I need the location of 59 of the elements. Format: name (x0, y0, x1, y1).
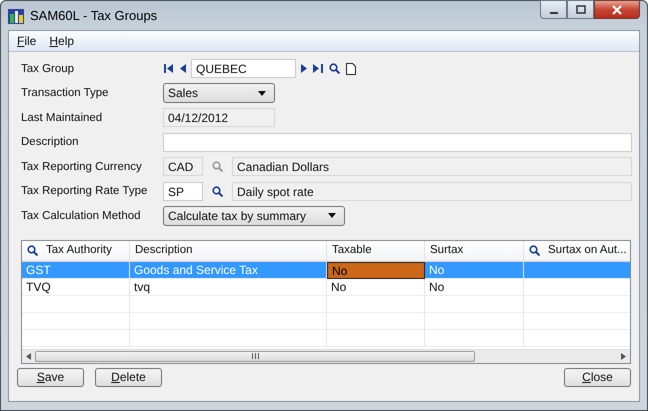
column-header[interactable]: Description (130, 240, 327, 260)
last-record-icon[interactable] (313, 64, 323, 74)
search-icon[interactable] (529, 244, 540, 256)
field-label: Transaction Type (21, 87, 110, 100)
window-title: SAM60L - Tax Groups (30, 8, 158, 23)
column-header[interactable]: Surtax (425, 240, 524, 260)
table-cell: No (425, 278, 524, 296)
table-cell: Goods and Service Tax (130, 262, 327, 278)
column-header[interactable]: Surtax on Aut... (524, 240, 630, 260)
name-field: Daily spot rate (232, 182, 632, 201)
field-label: Tax Reporting Currency (21, 160, 143, 173)
table-cell: No (327, 278, 425, 296)
maximize-icon (576, 4, 586, 14)
first-record-icon[interactable] (164, 64, 174, 74)
code-field[interactable]: SP (163, 182, 203, 201)
table-cell: No (327, 262, 425, 278)
date-field: 04/12/2012 (163, 108, 275, 128)
name-field: Canadian Dollars (232, 157, 632, 176)
maximize-button[interactable] (567, 0, 594, 19)
dialog-button[interactable]: Save (17, 368, 84, 386)
caret-icon (258, 90, 266, 96)
new-document-icon[interactable] (346, 62, 356, 75)
scroll-right-icon[interactable] (621, 352, 626, 360)
table-cell: GST (22, 262, 130, 278)
horizontal-scrollbar[interactable] (22, 348, 630, 362)
next-record-icon[interactable] (301, 64, 307, 74)
minimize-icon (550, 12, 558, 14)
code-field: CAD (163, 157, 203, 176)
search-icon[interactable] (212, 186, 223, 197)
column-header[interactable]: Tax Authority (22, 240, 130, 260)
menu-item[interactable]: Help (49, 34, 74, 48)
close-button[interactable] (594, 0, 640, 19)
field-label: Last Maintained (21, 112, 104, 124)
scroll-thumb[interactable] (35, 350, 475, 362)
minimize-button[interactable] (540, 0, 567, 19)
tax-group-field[interactable]: QUEBEC (191, 59, 296, 78)
scroll-left-icon[interactable] (26, 352, 31, 360)
field-label: Tax Group (21, 62, 76, 75)
caret-icon (328, 213, 336, 218)
app-icon (8, 8, 24, 24)
dialog-button[interactable]: Close (564, 368, 631, 386)
search-icon (212, 161, 223, 172)
field-label: Tax Reporting Rate Type (21, 185, 148, 198)
field-label: Tax Calculation Method (21, 210, 142, 222)
grip-icon (252, 353, 258, 359)
dialog-button[interactable]: Delete (95, 368, 162, 386)
previous-record-icon[interactable] (180, 64, 186, 74)
table-cell: tvq (130, 278, 327, 296)
table-cell: No (425, 262, 524, 278)
column-header[interactable]: Taxable (327, 240, 425, 260)
close-icon (611, 4, 623, 14)
field-label: Description (21, 136, 80, 148)
search-icon[interactable] (329, 63, 340, 74)
table-cell: TVQ (22, 278, 130, 296)
dropdown[interactable]: Calculate tax by summary (163, 206, 346, 226)
description-field[interactable] (163, 132, 632, 152)
dropdown[interactable]: Sales (163, 83, 275, 104)
menu-item[interactable]: File (17, 34, 36, 48)
search-icon[interactable] (27, 244, 38, 256)
